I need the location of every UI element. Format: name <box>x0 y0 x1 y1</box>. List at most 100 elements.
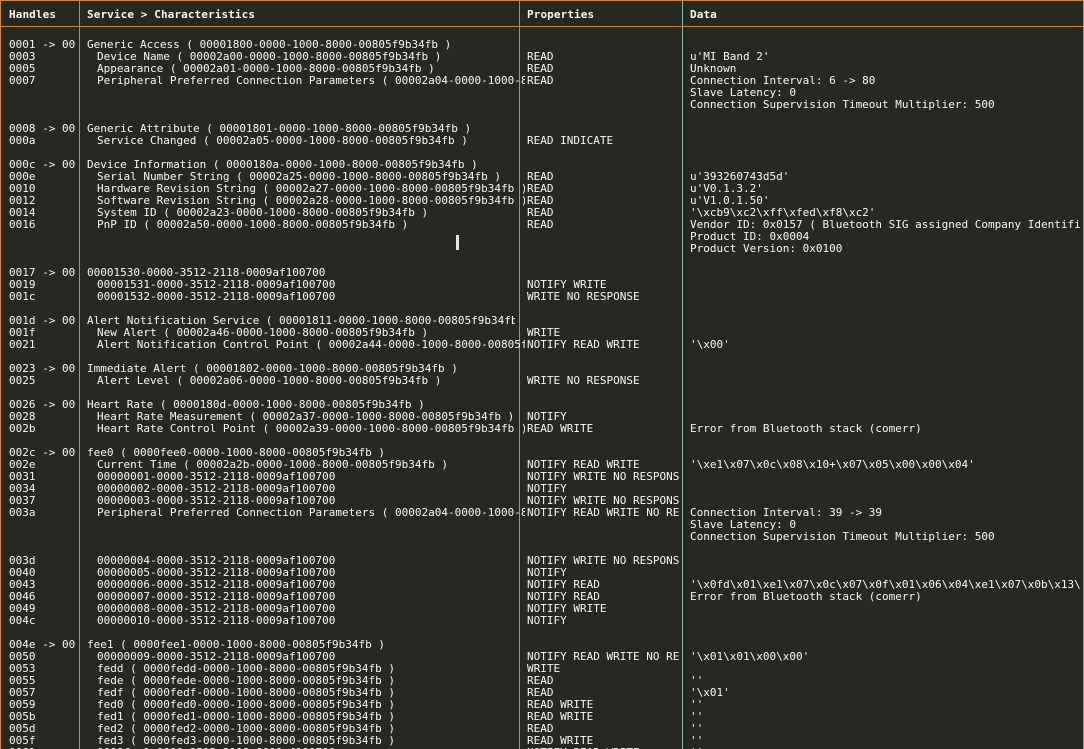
table-row[interactable]: 0040 00000005-0000-3512-2118-0009af100700… <box>1 567 1083 579</box>
table-row[interactable]: 0046 00000007-0000-3512-2118-0009af100700… <box>1 591 1083 603</box>
table-row[interactable]: 000a Service Changed ( 00002a05-0000-1000… <box>1 135 1083 147</box>
table-row[interactable]: 0007 Peripheral Preferred Connection Para… <box>1 75 1083 87</box>
table-row[interactable]: 0053 fedd ( 0000fedd-0000-1000-8000-00805… <box>1 663 1083 675</box>
table-row[interactable]: 005b fed1 ( 0000fed1-0000-1000-8000-00805… <box>1 711 1083 723</box>
table-row[interactable]: 001f New Alert ( 00002a46-0000-1000-8000-… <box>1 327 1083 339</box>
cell-data: Slave Latency: 0 <box>690 87 796 99</box>
table-row[interactable]: 0003 Device Name ( 00002a00-0000-1000-800… <box>1 51 1083 63</box>
service-group: 003d 00000004-0000-3512-2118-0009af100700… <box>1 555 1083 627</box>
cell-handle: 0057 <box>9 687 36 699</box>
table-row[interactable]: 0012 Software Revision String ( 00002a28-… <box>1 195 1083 207</box>
cell-properties: NOTIFY WRITE <box>527 603 607 615</box>
table-row[interactable]: 0028 Heart Rate Measurement ( 00002a37-00… <box>1 411 1083 423</box>
cell-properties: READ WRITE <box>527 735 594 747</box>
table-row[interactable]: 0025 Alert Level ( 00002a06-0000-1000-800… <box>1 375 1083 387</box>
cell-data: '\xe1\x07\x0c\x08\x10+\x07\x05\x00\x00\x… <box>690 459 975 471</box>
cell-data: '' <box>690 735 704 747</box>
table-row[interactable]: 005d fed2 ( 0000fed2-0000-1000-8000-00805… <box>1 723 1083 735</box>
table-row[interactable]: 0021 Alert Notification Control Point ( 0… <box>1 339 1083 351</box>
table-row[interactable]: 0016 PnP ID ( 00002a50-0000-1000-8000-008… <box>1 219 1083 231</box>
cell-service: Heart Rate ( 0000180d-0000-1000-8000-008… <box>87 399 425 411</box>
cell-characteristic: Hardware Revision String ( 00002a27-0000… <box>97 183 525 195</box>
table-row[interactable]: 0037 00000003-0000-3512-2118-0009af100700… <box>1 495 1083 507</box>
cell-properties: WRITE <box>527 327 561 339</box>
cell-characteristic: PnP ID ( 00002a50-0000-1000-8000-00805f9… <box>97 219 409 231</box>
table-row[interactable]: 003d 00000004-0000-3512-2118-0009af100700… <box>1 555 1083 567</box>
cell-data: Connection Interval: 39 -> 39 <box>690 507 883 519</box>
cell-properties: READ <box>527 675 554 687</box>
service-group: 0017 -> 001c 00001530-0000-3512-2118-0009… <box>1 267 1083 303</box>
table-row[interactable]: 0049 00000008-0000-3512-2118-0009af100700… <box>1 603 1083 615</box>
table-row[interactable]: 004c 00000010-0000-3512-2118-0009af100700… <box>1 615 1083 627</box>
row-spacer <box>1 111 1083 123</box>
cell-handle: 0046 <box>9 591 36 603</box>
cell-properties: READ WRITE <box>527 699 594 711</box>
table-row[interactable]: 000c -> 0016 Device Information ( 0000180… <box>1 159 1083 171</box>
cell-characteristic: Serial Number String ( 00002a25-0000-100… <box>97 171 501 183</box>
table-row[interactable]: 0059 fed0 ( 0000fed0-0000-1000-8000-00805… <box>1 699 1083 711</box>
cell-properties: READ <box>527 219 554 231</box>
table-row[interactable]: 0050 00000009-0000-3512-2118-0009af100700… <box>1 651 1083 663</box>
table-row[interactable]: 0005 Appearance ( 00002a01-0000-1000-8000… <box>1 63 1083 75</box>
cell-handle: 0055 <box>9 675 36 687</box>
table-row[interactable]: 005f fed3 ( 0000fed3-0000-1000-8000-00805… <box>1 735 1083 747</box>
cell-characteristic: 00000004-0000-3512-2118-0009af100700 <box>97 555 336 567</box>
table-row[interactable]: 004e -> 0062 fee1 ( 0000fee1-0000-1000-80… <box>1 639 1083 651</box>
table-row[interactable]: 0031 00000001-0000-3512-2118-0009af100700… <box>1 471 1083 483</box>
cell-properties: NOTIFY READ WRITE NO RESPONSE <box>527 507 679 519</box>
cell-handle: 005d <box>9 723 36 735</box>
cell-data: u'V1.0.1.50' <box>690 195 770 207</box>
table-row[interactable]: 0034 00000002-0000-3512-2118-0009af100700… <box>1 483 1083 495</box>
table-row[interactable]: 002c -> 004d fee0 ( 0000fee0-0000-1000-80… <box>1 447 1083 459</box>
table-row[interactable]: 0057 fedf ( 0000fedf-0000-1000-8000-00805… <box>1 687 1083 699</box>
table-row[interactable]: 002b Heart Rate Control Point ( 00002a39-… <box>1 423 1083 435</box>
cell-characteristic: 00000010-0000-3512-2118-0009af100700 <box>97 615 336 627</box>
table-row[interactable]: 0017 -> 001c 00001530-0000-3512-2118-0009… <box>1 267 1083 279</box>
table-row[interactable]: 0014 System ID ( 00002a23-0000-1000-8000-… <box>1 207 1083 219</box>
table-row[interactable]: 0010 Hardware Revision String ( 00002a27-… <box>1 183 1083 195</box>
table-row[interactable]: 001d -> 0022 Alert Notification Service (… <box>1 315 1083 327</box>
table-row[interactable]: 0055 fede ( 0000fede-0000-1000-8000-00805… <box>1 675 1083 687</box>
cell-properties: NOTIFY <box>527 483 567 495</box>
table-row[interactable]: 0026 -> 002b Heart Rate ( 0000180d-0000-1… <box>1 399 1083 411</box>
table-row[interactable]: 000e Serial Number String ( 00002a25-0000… <box>1 171 1083 183</box>
table-row[interactable]: 002e Current Time ( 00002a2b-0000-1000-80… <box>1 459 1083 471</box>
table-row[interactable]: 0023 -> 0025 Immediate Alert ( 00001802-0… <box>1 363 1083 375</box>
cell-characteristic: Alert Notification Control Point ( 00002… <box>97 339 525 351</box>
data-continuation-line: Product ID: 0x0004 <box>1 231 1083 243</box>
cell-characteristic: 00000006-0000-3512-2118-0009af100700 <box>97 579 336 591</box>
cell-handle: 0031 <box>9 471 36 483</box>
cell-properties: READ <box>527 195 554 207</box>
cell-handle: 0019 <box>9 279 36 291</box>
service-group: 001d -> 0022 Alert Notification Service (… <box>1 315 1083 351</box>
cell-properties: WRITE <box>527 663 561 675</box>
table-row[interactable]: 0001 -> 0007 Generic Access ( 00001800-00… <box>1 39 1083 51</box>
cell-characteristic: fedd ( 0000fedd-0000-1000-8000-00805f9b3… <box>97 663 396 675</box>
cell-characteristic: Current Time ( 00002a2b-0000-1000-8000-0… <box>97 459 448 471</box>
cell-data: '\x0fd\x01\xe1\x07\x0c\x07\x0f\x01\x06\x… <box>690 579 1080 591</box>
table-row[interactable]: 0043 00000006-0000-3512-2118-0009af100700… <box>1 579 1083 591</box>
cell-properties: READ WRITE <box>527 711 594 723</box>
cell-characteristic: fede ( 0000fede-0000-1000-8000-00805f9b3… <box>97 675 396 687</box>
cell-handle: 0021 <box>9 339 36 351</box>
cell-characteristic: 00000003-0000-3512-2118-0009af100700 <box>97 495 336 507</box>
table-row[interactable]: 0008 -> 000b Generic Attribute ( 00001801… <box>1 123 1083 135</box>
cell-properties: NOTIFY READ <box>527 591 600 603</box>
cell-characteristic: New Alert ( 00002a46-0000-1000-8000-0080… <box>97 327 429 339</box>
cell-handle: 0037 <box>9 495 36 507</box>
cell-service: Device Information ( 0000180a-0000-1000-… <box>87 159 478 171</box>
table-body[interactable]: 0001 -> 0007 Generic Access ( 00001800-00… <box>1 27 1083 749</box>
cell-data: '\xcb9\xc2\xff\xfed\xf8\xc2' <box>690 207 876 219</box>
table-row[interactable]: 001c 00001532-0000-3512-2118-0009af100700… <box>1 291 1083 303</box>
table-row[interactable]: 003a Peripheral Preferred Connection Para… <box>1 507 1083 519</box>
cell-data: Unknown <box>690 63 737 75</box>
cell-properties: NOTIFY READ WRITE NO RESPONSE <box>527 651 679 663</box>
cell-properties: READ <box>527 75 554 87</box>
table-row[interactable]: 0019 00001531-0000-3512-2118-0009af100700… <box>1 279 1083 291</box>
cell-handle: 000c -> 0016 <box>9 159 75 171</box>
cell-handle: 0025 <box>9 375 36 387</box>
cell-properties: NOTIFY WRITE NO RESPONSE <box>527 471 679 483</box>
cell-characteristic: 00000008-0000-3512-2118-0009af100700 <box>97 603 336 615</box>
cell-characteristic: 00000005-0000-3512-2118-0009af100700 <box>97 567 336 579</box>
cell-data: Product ID: 0x0004 <box>690 231 810 243</box>
